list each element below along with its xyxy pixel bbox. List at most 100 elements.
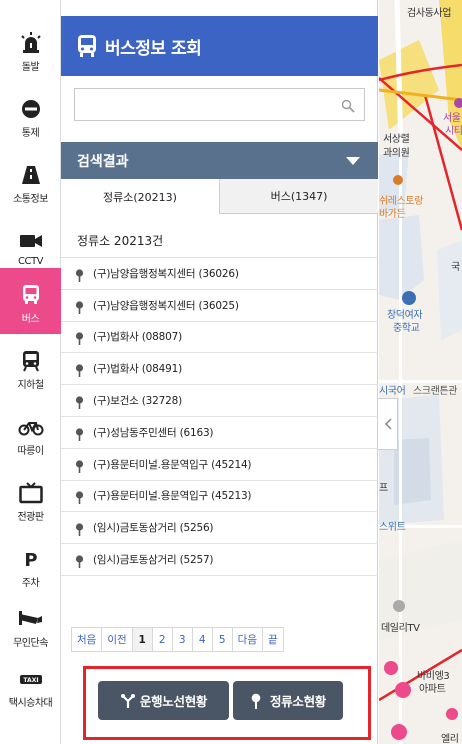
- map-pin-icon: [75, 362, 84, 378]
- pagination: 처음 이전 1 2 3 4 5 다음 끝: [71, 627, 284, 652]
- map-label: 데일리TV: [381, 623, 420, 634]
- stop-list-item[interactable]: (임시)금토동삼거리 (5256): [61, 512, 378, 545]
- nav-item-control[interactable]: 통제: [0, 82, 61, 148]
- nav-label: 돌발: [21, 62, 40, 73]
- stop-list-item[interactable]: (구)용문터미널.용문역입구 (45214): [61, 449, 378, 481]
- nav-item-speed-camera[interactable]: 무인단속: [0, 592, 61, 658]
- map-pin-icon: [75, 267, 84, 282]
- bicycle-icon: [18, 416, 44, 438]
- map-label: 국: [451, 262, 460, 273]
- nav-label: 통제: [21, 128, 40, 139]
- stop-name: (구)용문터미널.용문역입구 (45214): [93, 458, 252, 471]
- nav-item-subway[interactable]: 지하철: [0, 334, 61, 400]
- signboard-icon: [18, 482, 44, 504]
- page-button-3[interactable]: 3: [171, 627, 193, 652]
- stop-list-item[interactable]: (구)남양읍행정복지센터 (36026): [61, 258, 378, 290]
- search-icon[interactable]: [341, 98, 355, 113]
- stop-list: (구)남양읍행정복지센터 (36026) (구)남양읍행정복지센터 (36025)…: [61, 258, 378, 576]
- page-last-button[interactable]: 끝: [261, 627, 284, 652]
- stop-name: (구)법화사 (08807): [93, 331, 182, 344]
- nav-label: 택시승차대: [8, 698, 53, 709]
- nav-label: 무인단속: [13, 638, 48, 649]
- svg-text:P: P: [24, 550, 37, 570]
- bus-icon: [75, 34, 99, 58]
- left-nav: 돌발 통제 소통정보 CCTV 버스 지하철 따릉이 전광판 P 주차 무인단속…: [0, 0, 61, 744]
- panel-header: 버스정보 조회: [61, 16, 378, 76]
- svg-text:TAXI: TAXI: [23, 677, 38, 684]
- stop-list-item[interactable]: (구)성남동주민센터 (6163): [61, 417, 378, 449]
- map-label: 검사동사업: [407, 8, 452, 19]
- map-pin-icon: [75, 330, 84, 346]
- stop-list-item[interactable]: (구)보건소 (32728): [61, 385, 378, 417]
- search-input[interactable]: [75, 89, 364, 120]
- result-tabs: 정류소(20213) 버스(1347): [61, 179, 378, 214]
- map-label: 스위트: [379, 522, 406, 533]
- nav-item-bus[interactable]: 버스: [0, 268, 61, 334]
- stop-name: (구)보건소 (32728): [93, 395, 182, 408]
- page-button-1[interactable]: 1: [131, 627, 153, 652]
- stop-list-item[interactable]: (구)용문터미널.용문역입구 (45213): [61, 481, 378, 513]
- nav-label: CCTV: [18, 256, 43, 267]
- map-label: 엘리: [441, 734, 459, 744]
- panel-collapse-toggle[interactable]: [378, 398, 398, 450]
- route-fork-icon: [120, 693, 136, 709]
- nav-label: 따릉이: [17, 446, 44, 457]
- stop-name: (임시)금토동삼거리 (5257): [93, 554, 214, 567]
- stop-status-label: 정류소현황: [269, 694, 326, 709]
- road-icon: [18, 164, 44, 186]
- map-label: 프: [379, 483, 388, 494]
- map-label: 아파트: [419, 684, 446, 695]
- no-entry-icon: [18, 98, 44, 120]
- speed-camera-icon: [18, 608, 44, 630]
- stop-list-item[interactable]: (구)법화사 (08491): [61, 353, 378, 386]
- stop-name: (임시)금토동삼거리 (5256): [93, 522, 214, 535]
- map-pin-icon: [75, 521, 84, 537]
- nav-item-bike[interactable]: 따릉이: [0, 400, 61, 466]
- stop-name: (구)성남동주민센터 (6163): [93, 426, 214, 439]
- map-label: 중학교: [393, 323, 420, 334]
- map-pin-icon: [75, 489, 84, 505]
- caret-down-icon[interactable]: [346, 157, 360, 165]
- route-status-button[interactable]: 운행노선현황: [98, 681, 229, 720]
- panel-title: 버스정보 조회: [105, 38, 202, 59]
- route-status-label: 운행노선현황: [139, 694, 208, 709]
- stop-name: (구)남양읍행정복지센터 (36026): [93, 267, 239, 280]
- map-pin-icon: [250, 693, 266, 709]
- taxi-icon: TAXI: [18, 668, 44, 690]
- page-button-2[interactable]: 2: [151, 627, 173, 652]
- map-pin-icon: [75, 458, 84, 473]
- nav-item-parking[interactable]: P 주차: [0, 532, 61, 598]
- page-first-button[interactable]: 처음: [71, 627, 103, 652]
- map-pin-icon: [75, 299, 84, 314]
- bus-info-panel: 버스정보 조회 검색결과 정류소(20213) 버스(1347) 정류소 202…: [61, 0, 378, 744]
- chevron-left-icon: [384, 415, 392, 434]
- nav-label: 버스: [21, 314, 40, 325]
- map-view[interactable]: 서상렬 과의원 서울 시티 쉬레스토랑 바가든 국 창덕여자 중학교 시국어 스…: [379, 0, 462, 744]
- tab-stops[interactable]: 정류소(20213): [61, 179, 220, 214]
- page-next-button[interactable]: 다음: [231, 627, 263, 652]
- results-header[interactable]: 검색결과: [61, 142, 378, 179]
- stop-list-item[interactable]: (임시)금토동삼거리 (5257): [61, 544, 378, 576]
- results-title: 검색결과: [77, 153, 129, 170]
- bus-icon: [18, 284, 44, 306]
- page-button-5[interactable]: 5: [211, 627, 233, 652]
- nav-item-signboard[interactable]: 전광판: [0, 466, 61, 532]
- stop-list-item[interactable]: (구)남양읍행정복지센터 (36025): [61, 290, 378, 322]
- nav-label: 주차: [21, 578, 40, 589]
- stop-name: (구)용문터미널.용문역입구 (45213): [93, 490, 252, 503]
- nav-item-incident[interactable]: 돌발: [0, 16, 61, 82]
- nav-item-taxi[interactable]: TAXI 택시승차대: [0, 652, 61, 718]
- stop-status-button[interactable]: 정류소현황: [233, 681, 343, 720]
- result-count: 정류소 20213건: [61, 224, 378, 258]
- tab-buses[interactable]: 버스(1347): [220, 179, 378, 214]
- map-pin-icon: [75, 394, 84, 410]
- stop-name: (구)남양읍행정복지센터 (36025): [93, 299, 239, 312]
- map-label: 시국어: [379, 386, 406, 397]
- page-prev-button[interactable]: 이전: [101, 627, 133, 652]
- page-button-4[interactable]: 4: [191, 627, 213, 652]
- map-label: 바가든: [379, 209, 406, 220]
- parking-icon: P: [18, 548, 44, 570]
- map-label: 스크랜튼관: [413, 386, 458, 397]
- stop-list-item[interactable]: (구)법화사 (08807): [61, 322, 378, 354]
- nav-item-traffic[interactable]: 소통정보: [0, 148, 61, 214]
